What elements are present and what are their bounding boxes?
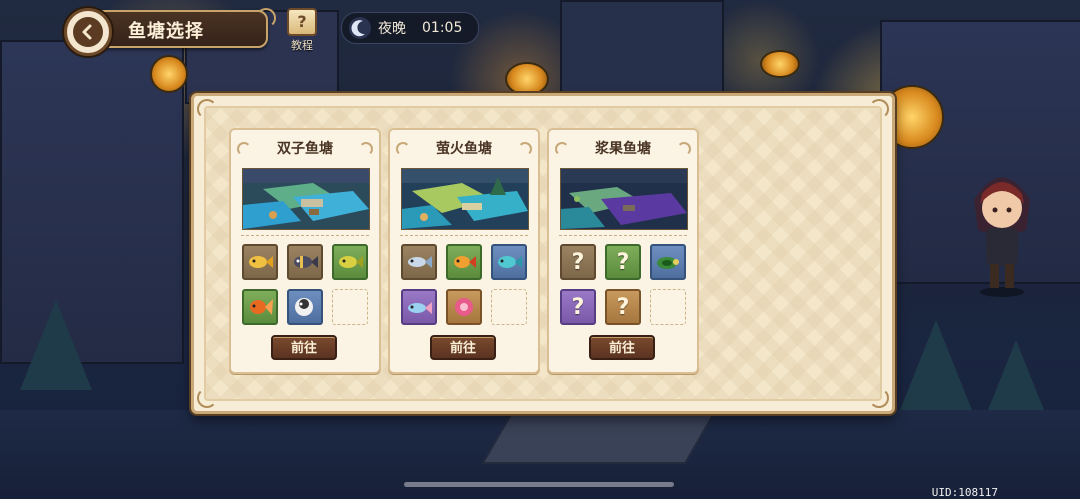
fish-slot[interactable] — [401, 244, 437, 280]
uid-label: UID:108117 — [931, 486, 998, 499]
back-button[interactable] — [64, 8, 112, 56]
corner-ornament — [197, 388, 217, 408]
fish-grid: ? ? ? ? — [560, 244, 686, 328]
pond-name: 萤火鱼塘 — [436, 141, 492, 157]
empty-fish-slot — [650, 289, 686, 325]
unknown-fish-slot[interactable]: ? — [560, 244, 596, 280]
page-title: 鱼塘选择 — [128, 21, 204, 42]
yellow-fish-icon — [249, 256, 273, 268]
pond-card-berry: 浆果鱼塘 ? ? ? ? 前往 — [547, 128, 699, 374]
question-icon: ? — [287, 8, 317, 36]
pink-flower-fish-icon — [455, 298, 473, 316]
corner-ornament — [869, 388, 889, 408]
pond-card-twin: 双子鱼塘 前往 — [229, 128, 381, 374]
lantern — [505, 62, 549, 96]
fish-slot[interactable] — [401, 289, 437, 325]
home-indicator[interactable] — [404, 482, 674, 487]
fish-slot[interactable] — [650, 244, 686, 280]
house-top-center — [560, 0, 724, 94]
unknown-fish-icon: ? — [571, 249, 585, 275]
player-character[interactable] — [962, 160, 1042, 300]
pufferfish-icon — [295, 298, 313, 316]
pond-select-panel: 双子鱼塘 前往 萤火鱼塘 前往 浆果鱼塘 ? ? ? ? 前往 — [191, 93, 895, 414]
divider — [400, 235, 528, 236]
time-display: 01:05 — [422, 20, 463, 36]
fish-slot[interactable] — [446, 289, 482, 325]
unknown-fish-slot[interactable]: ? — [605, 244, 641, 280]
fish-slot[interactable] — [242, 289, 278, 325]
unknown-fish-icon: ? — [616, 294, 630, 320]
fish-slot[interactable] — [287, 244, 323, 280]
game-clock: 夜晚 01:05 — [341, 12, 479, 44]
go-button[interactable]: 前往 — [589, 335, 655, 360]
tree — [20, 300, 92, 390]
turtle-fish-icon — [657, 257, 679, 269]
empty-fish-slot — [332, 289, 368, 325]
fish-slot[interactable] — [491, 244, 527, 280]
pond-name: 浆果鱼塘 — [595, 141, 651, 157]
lantern — [760, 50, 800, 78]
rainbow-fish-icon — [408, 302, 432, 314]
time-period: 夜晚 — [378, 21, 406, 37]
pond-preview-image[interactable] — [560, 168, 688, 230]
unknown-fish-icon: ? — [571, 294, 585, 320]
back-arrow-icon — [73, 17, 103, 47]
unknown-fish-icon: ? — [616, 249, 630, 275]
empty-fish-slot — [491, 289, 527, 325]
pond-name: 双子鱼塘 — [277, 141, 333, 157]
unknown-fish-slot[interactable]: ? — [605, 289, 641, 325]
unknown-fish-slot[interactable]: ? — [560, 289, 596, 325]
silver-fish-icon — [408, 256, 432, 268]
tree — [900, 320, 972, 410]
fish-slot[interactable] — [242, 244, 278, 280]
tutorial-label: 教程 — [291, 39, 313, 52]
fish-grid — [401, 244, 527, 328]
title-flourish — [256, 8, 276, 28]
corner-ornament — [197, 99, 217, 119]
lantern — [150, 55, 188, 93]
divider — [559, 235, 687, 236]
fish-slot[interactable] — [446, 244, 482, 280]
go-button[interactable]: 前往 — [271, 335, 337, 360]
pond-preview-image[interactable] — [401, 168, 529, 230]
goldfish-icon — [250, 299, 273, 315]
pond-card-firefly: 萤火鱼塘 前往 — [388, 128, 540, 374]
fish-grid — [242, 244, 368, 328]
title-bar: 鱼塘选择 — [86, 8, 276, 48]
fish-slot[interactable] — [287, 289, 323, 325]
tutorial-button[interactable]: ? 教程 — [284, 8, 320, 52]
go-button[interactable]: 前往 — [430, 335, 496, 360]
divider — [241, 235, 369, 236]
moon-icon — [349, 17, 371, 39]
fish-slot[interactable] — [332, 244, 368, 280]
green-fish-icon — [339, 256, 363, 268]
pond-preview-image[interactable] — [242, 168, 370, 230]
orange-fish-icon — [454, 256, 476, 268]
striped-fish-icon — [294, 256, 318, 268]
corner-ornament — [869, 99, 889, 119]
teal-fish-icon — [498, 256, 522, 268]
